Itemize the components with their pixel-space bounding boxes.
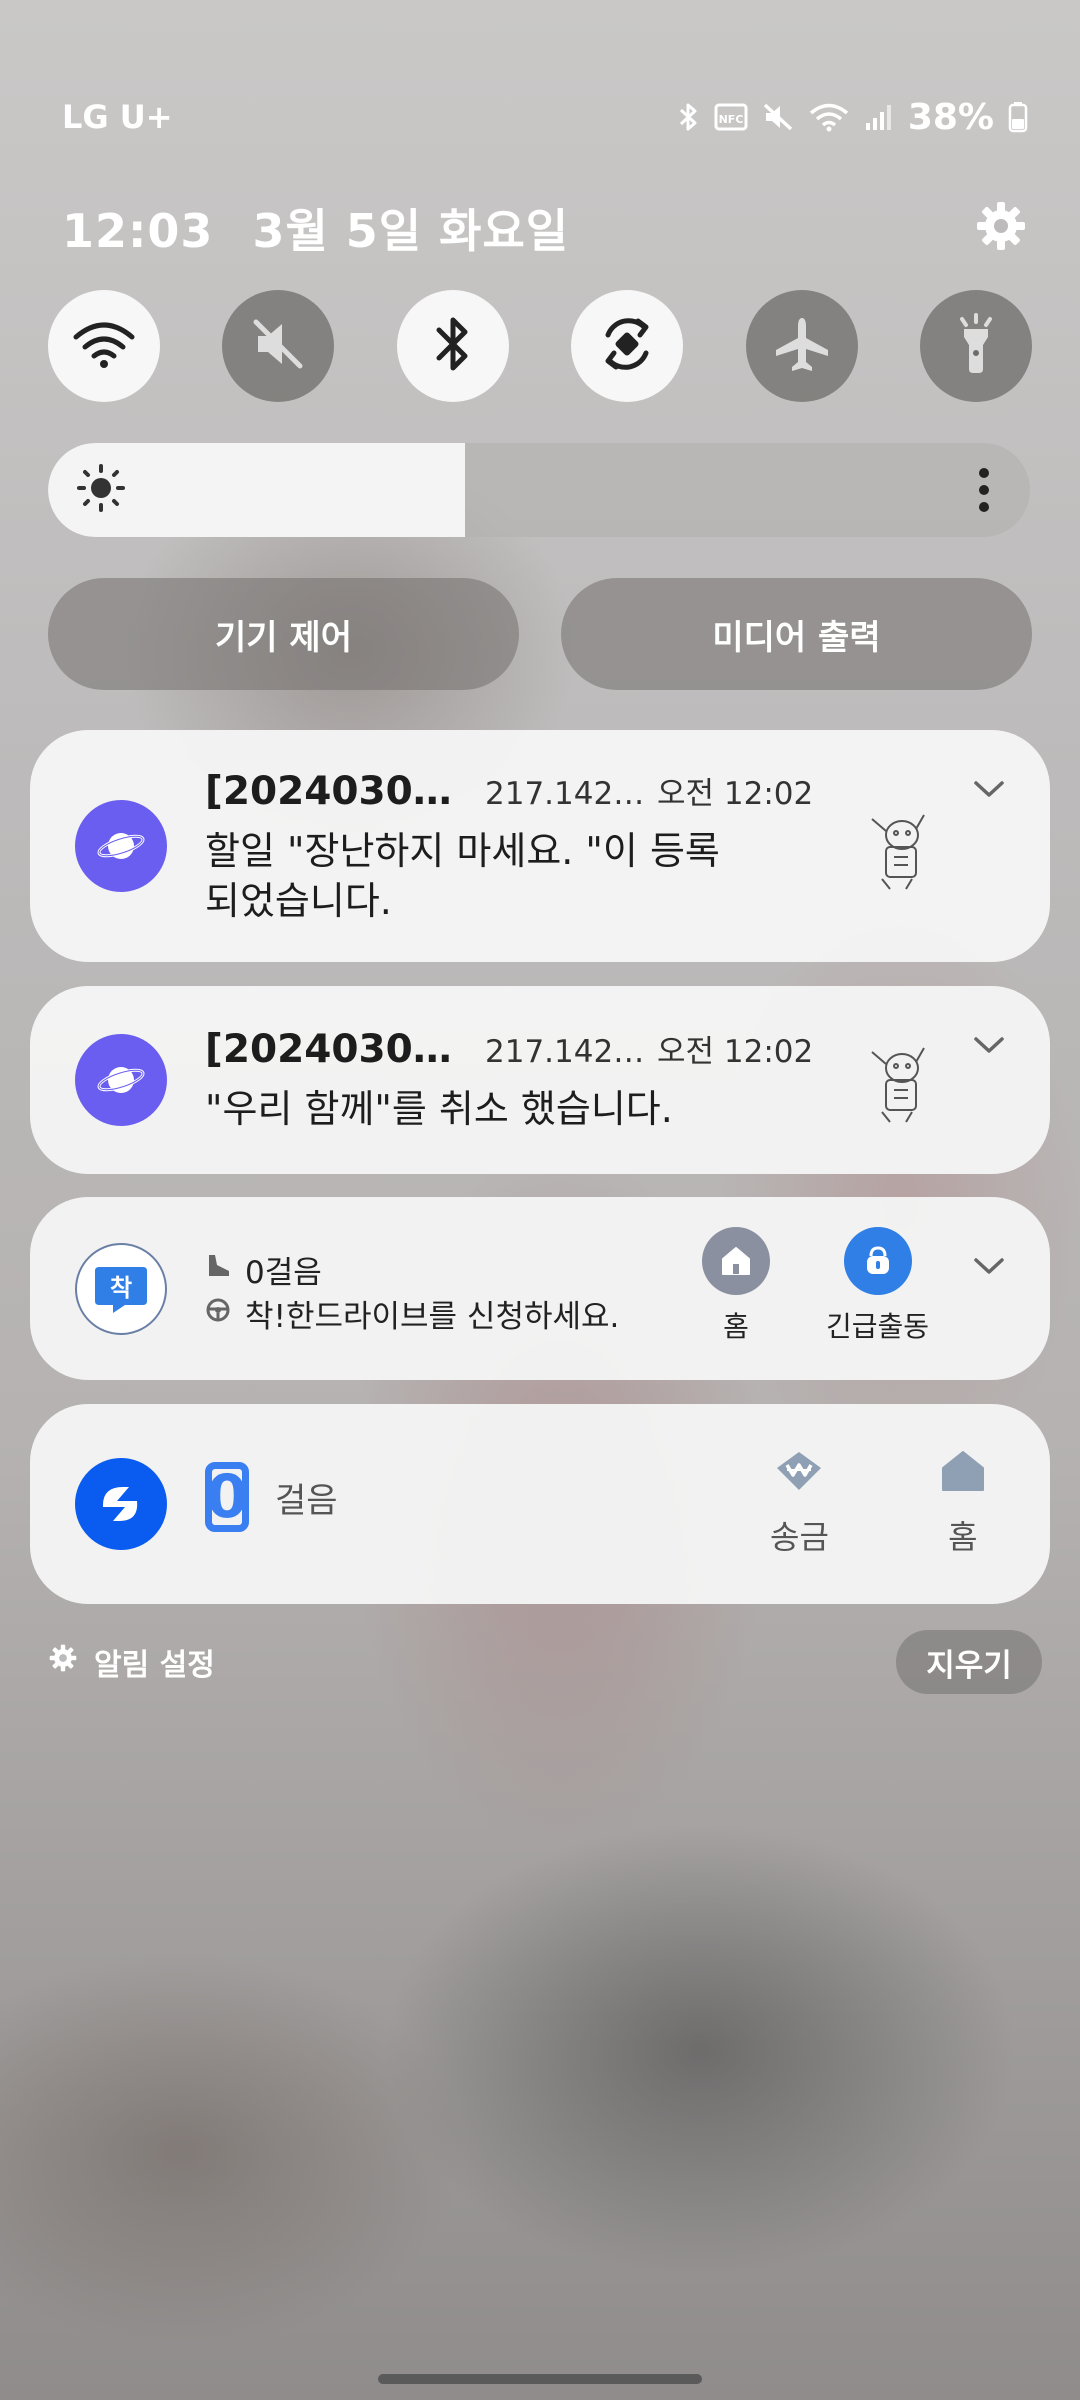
rotate-icon	[596, 313, 658, 379]
shoe-icon	[205, 1251, 231, 1287]
carrier-label: LG U+	[62, 98, 173, 136]
date-time: 12:03 3월 5일 화요일	[62, 195, 569, 261]
panel-header: 12:03 3월 5일 화요일	[62, 195, 1028, 261]
send-money-action[interactable]: 송금	[770, 1448, 829, 1558]
notification-title: [2024030…	[205, 1027, 452, 1072]
chevron-down-icon[interactable]	[972, 1255, 1006, 1281]
signal-icon	[864, 102, 894, 132]
mute-icon	[762, 102, 794, 132]
bluetooth-icon	[678, 102, 700, 132]
steps-home-action[interactable]: 홈	[939, 1448, 987, 1558]
airplane-toggle[interactable]	[745, 290, 858, 402]
notification-card[interactable]: [2024030… 217.142… 오전 12:02 할일 "장난하지 마세요…	[30, 730, 1050, 962]
internet-app-icon	[75, 800, 167, 892]
sound-toggle[interactable]	[222, 290, 335, 402]
brightness-slider[interactable]	[48, 443, 1030, 537]
notification-source: 217.142…	[485, 776, 645, 812]
notification-title: [2024030…	[205, 769, 452, 814]
notification-source: 217.142…	[485, 1034, 645, 1070]
step-unit-label: 걸음	[275, 1480, 338, 1521]
notification-time: 오전 12:02	[657, 1034, 814, 1070]
nfc-icon: NFC	[714, 103, 748, 131]
sun-icon	[76, 463, 126, 517]
panel-buttons: 기기 제어 미디어 출력	[48, 578, 1032, 690]
home-icon	[702, 1227, 770, 1295]
chevron-down-icon[interactable]	[972, 1034, 1006, 1060]
notification-footer: 알림 설정 지우기	[48, 1630, 1042, 1694]
drive-home-action[interactable]: 홈	[702, 1227, 770, 1345]
notification-settings-button[interactable]: 알림 설정	[48, 1640, 215, 1684]
status-bar: LG U+ NFC 38%	[62, 92, 1028, 142]
device-control-button[interactable]: 기기 제어	[48, 578, 519, 690]
gear-icon	[48, 1643, 78, 1681]
home-icon	[939, 1448, 987, 1502]
notification-body: "우리 함께"를 취소 했습니다.	[205, 1087, 673, 1131]
flashlight-toggle[interactable]	[919, 290, 1032, 402]
drive-notification-card[interactable]: 착 0걸음 착!한드라이브를 신청하세요. 홈 긴급출동	[30, 1197, 1050, 1380]
emergency-dispatch-action[interactable]: 긴급출동	[826, 1227, 929, 1345]
notification-card[interactable]: [2024030… 217.142… 오전 12:02 "우리 함께"를 취소 …	[30, 986, 1050, 1174]
more-options-icon[interactable]	[978, 467, 990, 517]
wifi-toggle[interactable]	[48, 290, 160, 402]
drive-app-icon: 착	[75, 1243, 167, 1335]
notification-settings-label: 알림 설정	[94, 1648, 215, 1683]
send-money-icon	[773, 1448, 825, 1502]
auto-rotate-toggle[interactable]	[571, 290, 684, 402]
airplane-icon	[772, 314, 832, 378]
media-output-button[interactable]: 미디어 출력	[561, 578, 1032, 690]
cartoon-thumbnail-icon	[862, 805, 940, 891]
drive-app-icon-text: 착	[110, 1274, 132, 1302]
battery-icon	[1008, 101, 1028, 133]
emergency-icon	[843, 1227, 912, 1295]
bluetooth-icon	[433, 314, 473, 378]
wifi-icon	[72, 319, 136, 373]
clock-date: 3월 5일 화요일	[252, 204, 570, 258]
steps-notification-card[interactable]: 0 걸음 송금 홈	[30, 1404, 1050, 1604]
chevron-down-icon[interactable]	[972, 778, 1006, 804]
emergency-dispatch-label: 긴급출동	[826, 1310, 930, 1343]
home-indicator[interactable]	[378, 2374, 702, 2384]
svg-text:NFC: NFC	[718, 113, 743, 126]
send-money-label: 송금	[770, 1518, 829, 1556]
bluetooth-toggle[interactable]	[396, 290, 509, 402]
toss-app-icon	[75, 1458, 167, 1550]
steering-wheel-icon	[205, 1295, 231, 1331]
gear-icon[interactable]	[974, 199, 1028, 257]
flashlight-icon	[956, 313, 996, 379]
notification-time: 오전 12:02	[657, 776, 814, 812]
drive-home-label: 홈	[723, 1310, 749, 1343]
clock-time: 12:03	[62, 204, 214, 258]
step-count-text: 0걸음	[245, 1254, 322, 1291]
clear-all-button[interactable]: 지우기	[896, 1630, 1042, 1694]
notification-body: 할일 "장난하지 마세요. "이 등록 되었습니다.	[205, 829, 720, 923]
quick-settings	[48, 290, 1032, 402]
mute-icon	[250, 316, 306, 376]
battery-percent: 38%	[907, 96, 994, 138]
cartoon-thumbnail-icon	[862, 1038, 940, 1124]
drive-message: 착!한드라이브를 신청하세요.	[245, 1298, 620, 1335]
wifi-icon	[808, 102, 850, 132]
steps-home-label: 홈	[948, 1518, 978, 1556]
internet-app-icon	[75, 1034, 167, 1126]
step-count-number: 0	[205, 1462, 249, 1532]
